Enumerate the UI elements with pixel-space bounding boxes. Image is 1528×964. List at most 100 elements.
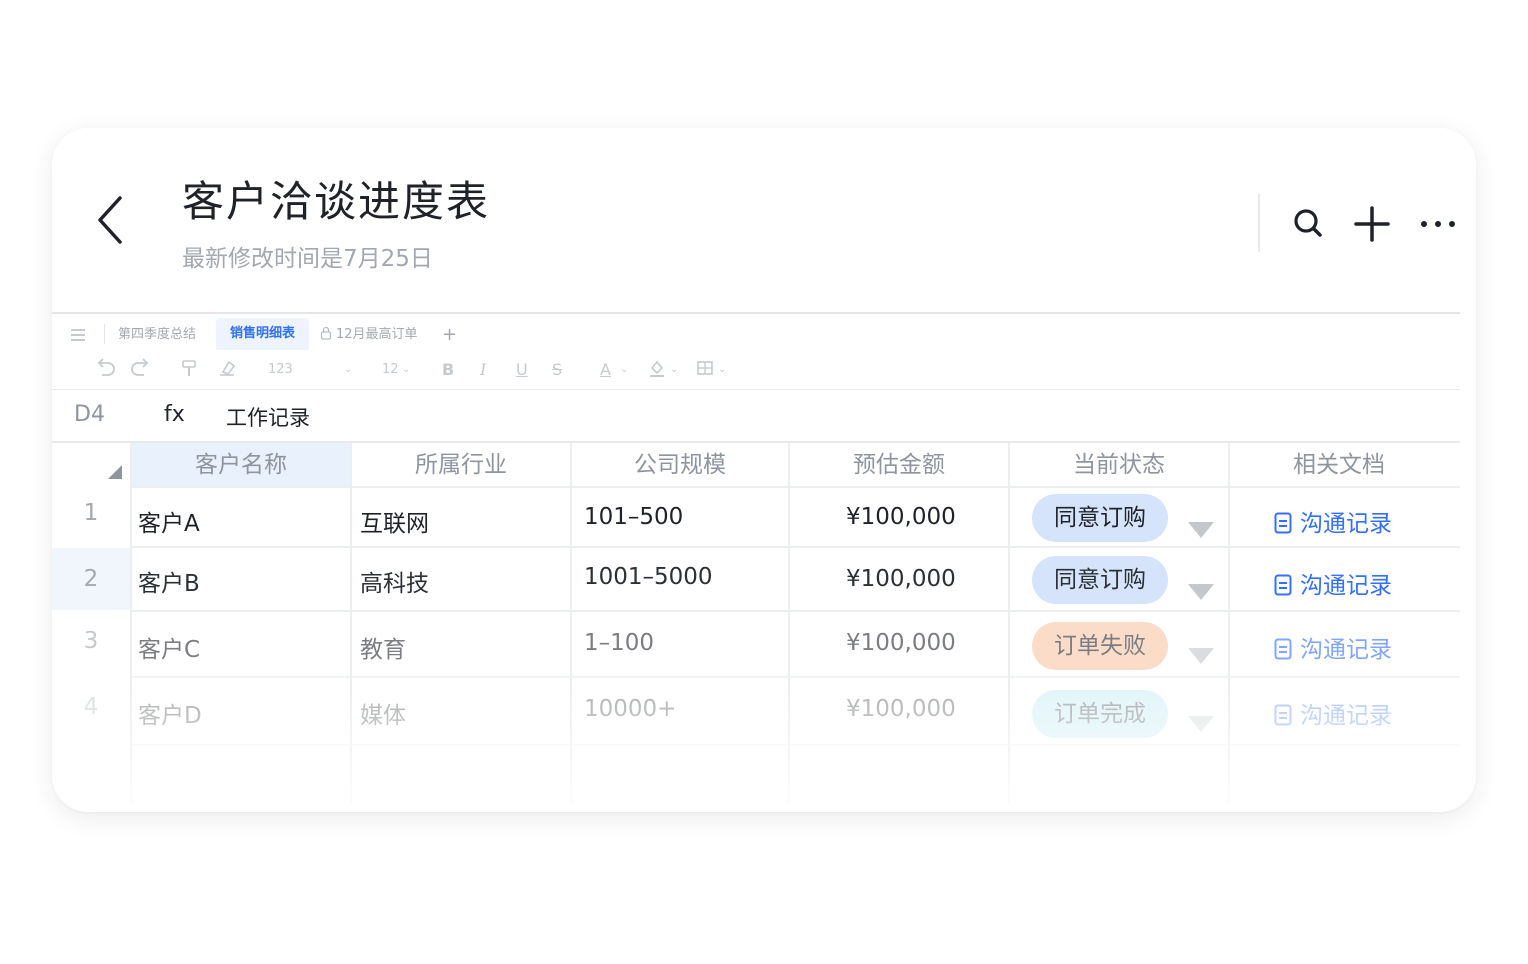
tab-sales-detail[interactable]: 销售明细表 — [216, 318, 310, 350]
status-dropdown-icon[interactable] — [1188, 648, 1214, 664]
tab-december-top-orders[interactable]: 12月最高订单 — [320, 320, 418, 350]
cell-reference[interactable]: D4 — [74, 402, 105, 427]
amount-cell[interactable]: ¥100,000 — [846, 696, 956, 722]
column-header-customer[interactable]: 客户名称 — [132, 443, 350, 487]
document-icon — [1274, 574, 1292, 596]
document-icon — [1274, 512, 1292, 534]
bold-button[interactable]: B — [442, 358, 454, 382]
industry-cell[interactable]: 互联网 — [360, 504, 429, 538]
status-badge[interactable]: 同意订购 — [1032, 494, 1168, 542]
grid-line — [1008, 443, 1010, 803]
doc-link-label: 沟通记录 — [1300, 511, 1392, 537]
doc-link[interactable]: 沟通记录 — [1274, 566, 1392, 600]
grid-line — [130, 443, 132, 803]
row-number[interactable]: 3 — [52, 628, 130, 654]
sheet-tabs: 第四季度总结 销售明细表 12月最高订单 + — [52, 314, 1460, 350]
status-dropdown-icon[interactable] — [1188, 716, 1214, 732]
border-chevron-icon[interactable]: ⌄ — [718, 358, 726, 382]
doc-link-label: 沟通记录 — [1300, 703, 1392, 729]
italic-button[interactable]: I — [480, 358, 486, 382]
column-header-company-size[interactable]: 公司规模 — [572, 443, 788, 487]
amount-cell[interactable]: ¥100,000 — [846, 630, 956, 656]
industry-cell[interactable]: 高科技 — [360, 564, 429, 598]
border-icon[interactable] — [696, 358, 714, 382]
more-icon[interactable] — [1416, 202, 1460, 246]
document-icon — [1274, 638, 1292, 660]
search-icon[interactable] — [1286, 202, 1330, 246]
format-painter-icon[interactable] — [180, 358, 198, 382]
customer-name-cell[interactable]: 客户D — [138, 696, 202, 730]
doc-link-label: 沟通记录 — [1300, 573, 1392, 599]
select-all-triangle-icon — [108, 465, 122, 479]
fill-color-chevron-icon[interactable]: ⌄ — [670, 358, 678, 382]
font-color-button[interactable]: A — [600, 358, 611, 382]
header-divider — [1258, 194, 1260, 252]
document-icon — [1274, 704, 1292, 726]
page-title: 客户洽谈进度表 — [182, 177, 491, 226]
company-size-cell[interactable]: 101–500 — [584, 504, 683, 530]
tab-q4-summary[interactable]: 第四季度总结 — [118, 320, 196, 350]
status-badge[interactable]: 订单完成 — [1032, 690, 1168, 738]
status-dropdown-icon[interactable] — [1188, 522, 1214, 538]
bottom-fade-overlay — [52, 688, 1476, 812]
undo-icon[interactable] — [94, 358, 116, 382]
grid-line — [130, 610, 1460, 612]
clear-format-icon[interactable] — [218, 358, 236, 382]
back-icon[interactable] — [92, 190, 132, 250]
lock-icon — [320, 326, 332, 340]
company-size-cell[interactable]: 1–100 — [584, 630, 654, 656]
amount-cell[interactable]: ¥100,000 — [846, 566, 956, 592]
redo-icon[interactable] — [130, 358, 152, 382]
doc-link-label: 沟通记录 — [1300, 637, 1392, 663]
row-number[interactable]: 1 — [52, 500, 130, 526]
fx-icon: fx — [164, 402, 185, 427]
column-header-documents[interactable]: 相关文档 — [1230, 443, 1448, 487]
doc-link[interactable]: 沟通记录 — [1274, 630, 1392, 664]
tab-label: 12月最高订单 — [336, 327, 418, 342]
status-badge[interactable]: 同意订购 — [1032, 556, 1168, 604]
column-header-status[interactable]: 当前状态 — [1010, 443, 1228, 487]
number-format-chevron-icon[interactable]: ⌄ — [344, 358, 352, 382]
grid-line — [570, 443, 572, 803]
grid-line — [130, 546, 1460, 548]
tab-divider — [104, 324, 105, 344]
doc-link[interactable]: 沟通记录 — [1274, 504, 1392, 538]
status-dropdown-icon[interactable] — [1188, 584, 1214, 600]
customer-name-cell[interactable]: 客户A — [138, 504, 200, 538]
number-format-button[interactable]: 123 — [268, 358, 293, 382]
grid-line — [130, 486, 1460, 488]
last-modified-text: 最新修改时间是7月25日 — [182, 246, 433, 272]
sheet-menu-icon[interactable] — [70, 320, 86, 350]
font-color-chevron-icon[interactable]: ⌄ — [620, 358, 628, 382]
fill-color-icon[interactable] — [648, 358, 666, 382]
column-header-industry[interactable]: 所属行业 — [352, 443, 570, 487]
grid-line — [130, 676, 1460, 678]
company-size-cell[interactable]: 10000+ — [584, 696, 676, 722]
customer-name-cell[interactable]: 客户B — [138, 564, 200, 598]
customer-name-cell[interactable]: 客户C — [138, 630, 200, 664]
grid-line — [1228, 443, 1230, 803]
add-icon[interactable] — [1350, 202, 1394, 246]
row-number[interactable]: 4 — [52, 694, 130, 720]
column-header-amount[interactable]: 预估金额 — [790, 443, 1008, 487]
status-badge[interactable]: 订单失败 — [1032, 622, 1168, 670]
strikethrough-button[interactable]: S — [552, 358, 562, 382]
document-card: 客户洽谈进度表 最新修改时间是7月25日 第四季度总结 销售明细表 12月最高订… — [52, 128, 1476, 812]
row-number[interactable]: 2 — [52, 548, 130, 610]
formula-input[interactable]: 工作记录 — [226, 402, 310, 432]
grid-line — [350, 443, 352, 803]
amount-cell[interactable]: ¥100,000 — [846, 504, 956, 530]
industry-cell[interactable]: 教育 — [360, 630, 406, 664]
doc-link[interactable]: 沟通记录 — [1274, 696, 1392, 730]
format-toolbar: 123 ⌄ 12 ⌄ B I U S A ⌄ ⌄ ⌄ — [52, 352, 1460, 388]
formula-bar: D4 fx 工作记录 — [52, 390, 1460, 442]
add-sheet-icon[interactable]: + — [442, 320, 457, 350]
grid-line — [788, 443, 790, 803]
font-size-chevron-icon[interactable]: ⌄ — [402, 358, 410, 382]
grid-line — [130, 744, 1460, 746]
industry-cell[interactable]: 媒体 — [360, 696, 406, 730]
company-size-cell[interactable]: 1001–5000 — [584, 564, 713, 590]
select-all-corner[interactable] — [52, 443, 130, 487]
underline-button[interactable]: U — [516, 358, 528, 382]
font-size-button[interactable]: 12 — [382, 358, 399, 382]
